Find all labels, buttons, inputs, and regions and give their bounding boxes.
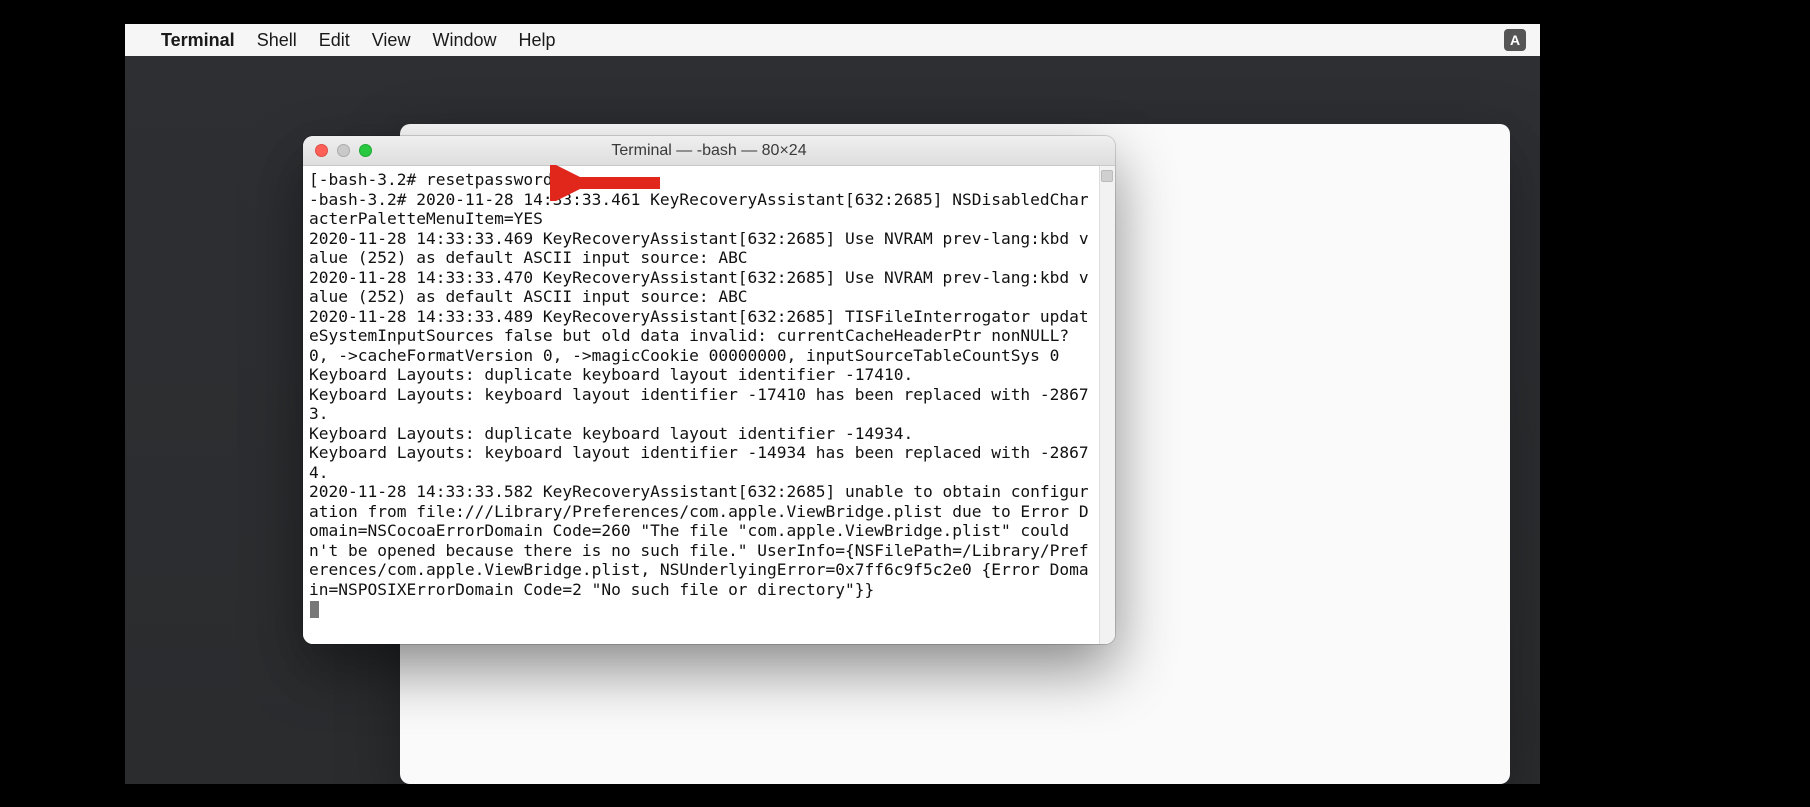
desktop: Terminal Shell Edit View Window Help A d… bbox=[125, 24, 1540, 784]
scroll-thumb[interactable] bbox=[1101, 170, 1113, 182]
terminal-window[interactable]: Terminal — -bash — 80×24 [-bash-3.2# res… bbox=[303, 136, 1115, 644]
window-titlebar[interactable]: Terminal — -bash — 80×24 bbox=[303, 136, 1115, 166]
menu-edit[interactable]: Edit bbox=[319, 30, 350, 51]
terminal-body[interactable]: [-bash-3.2# resetpassword -bash-3.2# 202… bbox=[303, 166, 1115, 644]
menu-help[interactable]: Help bbox=[518, 30, 555, 51]
input-source-indicator[interactable]: A bbox=[1504, 29, 1526, 51]
terminal-cursor bbox=[310, 601, 319, 618]
app-name[interactable]: Terminal bbox=[161, 30, 235, 51]
menu-bar: Terminal Shell Edit View Window Help A bbox=[125, 24, 1540, 56]
menu-window[interactable]: Window bbox=[432, 30, 496, 51]
window-title: Terminal — -bash — 80×24 bbox=[303, 142, 1115, 160]
menu-view[interactable]: View bbox=[372, 30, 411, 51]
scrollbar[interactable] bbox=[1099, 166, 1115, 644]
terminal-output[interactable]: [-bash-3.2# resetpassword -bash-3.2# 202… bbox=[303, 166, 1115, 623]
menu-shell[interactable]: Shell bbox=[257, 30, 297, 51]
